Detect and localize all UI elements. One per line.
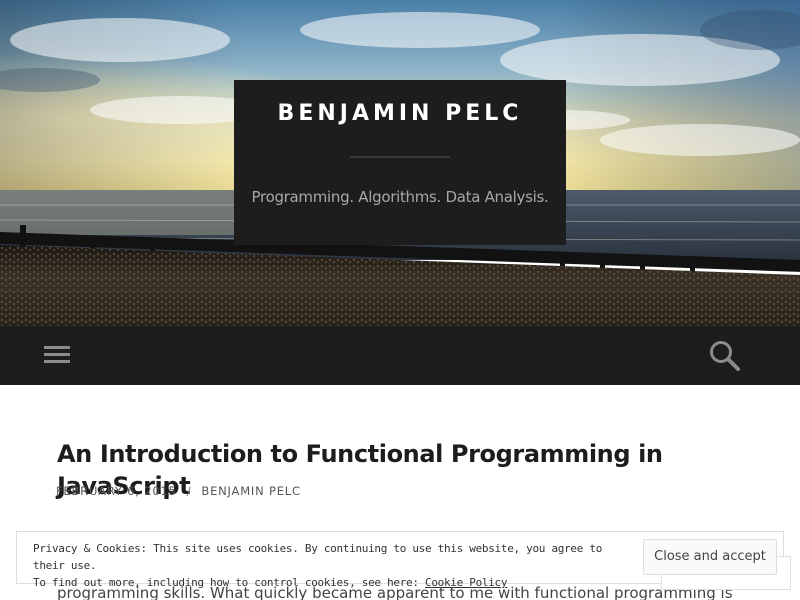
search-icon-glyph [710, 341, 740, 371]
search-icon[interactable] [708, 339, 742, 373]
meta-separator: / [186, 484, 192, 498]
cookie-notice-line-2: To find out more, including how to contr… [33, 574, 613, 591]
title-divider [350, 156, 450, 158]
menu-bar-line [44, 346, 70, 349]
navigation-bar [0, 326, 800, 385]
header-image: BENJAMIN PELC Programming. Algorithms. D… [0, 0, 800, 326]
post-date-link[interactable]: FEBRUARY 6, 2015 [56, 484, 177, 498]
post-meta: FEBRUARY 6, 2015 / BENJAMIN PELC [56, 484, 301, 498]
site-branding: BENJAMIN PELC Programming. Algorithms. D… [234, 80, 566, 245]
site-title[interactable]: BENJAMIN PELC [234, 100, 566, 128]
cookie-notice: Privacy & Cookies: This site uses cookie… [16, 531, 791, 590]
site-tagline: Programming. Algorithms. Data Analysis. [251, 188, 549, 206]
cookie-notice-line-1: Privacy & Cookies: This site uses cookie… [33, 542, 603, 572]
post-author-link[interactable]: BENJAMIN PELC [201, 484, 300, 498]
hamburger-menu-icon[interactable] [44, 343, 70, 367]
menu-bar-line [44, 353, 70, 356]
menu-bar-line [44, 360, 70, 363]
cookie-policy-link[interactable]: Cookie Policy [425, 576, 508, 589]
close-and-accept-button[interactable]: Close and accept [643, 539, 777, 575]
cookie-notice-text: Privacy & Cookies: This site uses cookie… [33, 540, 613, 591]
cookie-notice-line-2-text: To find out more, including how to contr… [33, 576, 425, 589]
